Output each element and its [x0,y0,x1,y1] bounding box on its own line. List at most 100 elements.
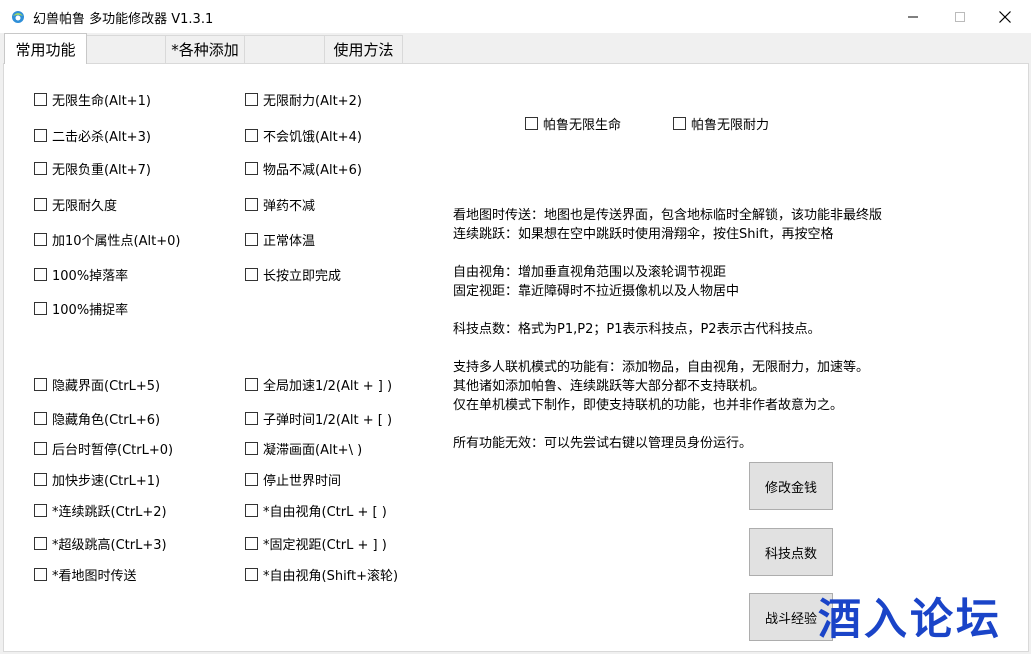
checkbox-box[interactable] [34,378,47,391]
checkbox-box[interactable] [245,473,258,486]
minimize-button[interactable] [890,0,936,33]
checkbox-box[interactable] [34,537,47,550]
checkbox-infinite-durability[interactable]: 无限耐久度 [34,195,117,214]
tab-various-add[interactable]: *各种添加 [165,35,245,63]
tab-blank-2[interactable] [244,35,325,63]
checkbox-hide-ui[interactable]: 隐藏界面(CtrL+5) [34,375,160,394]
checkbox-pal-infinite-life[interactable]: 帕鲁无限生命 [525,114,621,133]
checkbox-label: *连续跳跃(CtrL+2) [52,505,167,520]
checkbox-label: *固定视距(CtrL + ] ) [263,538,387,553]
tab-common-functions[interactable]: 常用功能 [4,33,87,64]
checkbox-map-teleport[interactable]: *看地图时传送 [34,565,137,584]
note-line: 连续跳跃：如果想在空中跳跃时使用滑翔伞，按住Shift，再按空格 [453,227,834,242]
checkbox-label: 弹药不减 [263,199,316,214]
checkbox-label: 凝滞画面(Alt+\ ) [263,443,363,458]
checkbox-box[interactable] [34,412,47,425]
checkbox-free-camera-scroll[interactable]: *自由视角(Shift+滚轮) [245,565,398,584]
note-line: 支持多人联机模式的功能有：添加物品，自由视角，无限耐力，加速等。 [453,360,870,375]
checkbox-box[interactable] [245,568,258,581]
checkbox-label: 无限负重(Alt+7) [52,163,151,178]
checkbox-hold-instant-complete[interactable]: 长按立即完成 [245,265,341,284]
checkbox-faster-walk[interactable]: 加快步速(CtrL+1) [34,470,160,489]
checkbox-label: 帕鲁无限生命 [543,118,622,133]
checkbox-pause-in-background[interactable]: 后台时暂停(CtrL+0) [34,439,173,458]
checkbox-box[interactable] [34,129,47,142]
checkbox-box[interactable] [34,162,47,175]
checkbox-infinite-life[interactable]: 无限生命(Alt+1) [34,90,151,109]
checkbox-label: 加10个属性点(Alt+0) [52,234,181,249]
checkbox-label: *自由视角(Shift+滚轮) [263,569,399,584]
checkbox-box[interactable] [34,93,47,106]
checkbox-box[interactable] [245,129,258,142]
maximize-button[interactable] [937,0,983,33]
checkbox-box[interactable] [34,473,47,486]
note-line: 固定视距：靠近障碍时不拉近摄像机以及人物居中 [453,284,740,299]
checkbox-label: *自由视角(CtrL + [ ) [263,505,387,520]
note-line: 自由视角：增加垂直视角范围以及滚轮调节视距 [453,265,727,280]
checkbox-box[interactable] [245,378,258,391]
close-icon [999,10,1011,23]
checkbox-box[interactable] [245,198,258,211]
checkbox-label: 无限耐力(Alt+2) [263,94,362,109]
checkbox-infinite-weight[interactable]: 无限负重(Alt+7) [34,159,151,178]
checkbox-freeze-frame[interactable]: 凝滞画面(Alt+\ ) [245,439,362,458]
checkbox-box[interactable] [34,568,47,581]
checkbox-label: 二击必杀(Alt+3) [52,130,151,145]
checkbox-label: *超级跳高(CtrL+3) [52,538,167,553]
checkbox-box[interactable] [245,442,258,455]
checkbox-two-hit-kill[interactable]: 二击必杀(Alt+3) [34,126,151,145]
checkbox-box[interactable] [245,233,258,246]
checkbox-box[interactable] [34,302,47,315]
note-line [453,301,1013,320]
checkbox-box[interactable] [34,268,47,281]
modify-money-button[interactable]: 修改金钱 [749,462,833,510]
note-line: 所有功能无效：可以先尝试右键以管理员身份运行。 [453,436,753,451]
checkbox-box[interactable] [34,198,47,211]
checkbox-label: 隐藏角色(CtrL+6) [52,413,161,428]
checkbox-box[interactable] [34,504,47,517]
checkbox-box[interactable] [245,93,258,106]
note-line [453,339,1013,358]
checkbox-hide-character[interactable]: 隐藏角色(CtrL+6) [34,409,160,428]
checkbox-box[interactable] [245,412,258,425]
checkbox-100-capture-rate[interactable]: 100%捕捉率 [34,299,128,318]
checkbox-infinite-stamina[interactable]: 无限耐力(Alt+2) [245,90,362,109]
checkbox-box[interactable] [34,233,47,246]
checkbox-box[interactable] [245,268,258,281]
checkbox-normal-temperature[interactable]: 正常体温 [245,230,315,249]
checkbox-super-jump[interactable]: *超级跳高(CtrL+3) [34,534,167,553]
checkbox-fixed-view-distance[interactable]: *固定视距(CtrL + ] ) [245,534,387,553]
checkbox-global-speedup[interactable]: 全局加速1/2(Alt + ] ) [245,375,392,394]
checkbox-ammo-not-decrease[interactable]: 弹药不减 [245,195,315,214]
common-functions-panel: 无限生命(Alt+1) 二击必杀(Alt+3) 无限负重(Alt+7) 无限耐久… [3,63,1029,652]
checkbox-box[interactable] [245,537,258,550]
checkbox-free-camera[interactable]: *自由视角(CtrL + [ ) [245,501,387,520]
checkbox-label: 无限耐久度 [52,199,118,214]
checkbox-items-not-decrease[interactable]: 物品不减(Alt+6) [245,159,362,178]
tab-blank-1[interactable] [86,35,166,63]
checkbox-box[interactable] [245,504,258,517]
checkbox-pal-infinite-stamina[interactable]: 帕鲁无限耐力 [673,114,769,133]
checkbox-bullet-time[interactable]: 子弹时间1/2(Alt + [ ) [245,409,392,428]
checkbox-100-drop-rate[interactable]: 100%掉落率 [34,265,128,284]
checkbox-label: 后台时暂停(CtrL+0) [52,443,174,458]
checkbox-label: 停止世界时间 [263,474,342,489]
tab-usage[interactable]: 使用方法 [324,35,403,63]
checkbox-box[interactable] [525,117,538,130]
checkbox-add-10-attribute-points[interactable]: 加10个属性点(Alt+0) [34,230,180,249]
checkbox-box[interactable] [245,162,258,175]
close-button[interactable] [982,0,1028,33]
checkbox-label: 不会饥饿(Alt+4) [263,130,362,145]
usage-notes: 看地图时传送：地图也是传送界面，包含地标临时全解锁，该功能非最终版 连续跳跃：如… [453,206,1013,453]
checkbox-stop-world-time[interactable]: 停止世界时间 [245,470,341,489]
app-logo-icon [12,11,24,23]
tech-points-button[interactable]: 科技点数 [749,528,833,576]
checkbox-label: 加快步速(CtrL+1) [52,474,161,489]
checkbox-box[interactable] [673,117,686,130]
checkbox-box[interactable] [34,442,47,455]
checkbox-continuous-jump[interactable]: *连续跳跃(CtrL+2) [34,501,167,520]
checkbox-label: 隐藏界面(CtrL+5) [52,379,161,394]
note-line: 仅在单机模式下制作，即使支持联机的功能，也并非作者故意为之。 [453,398,844,413]
title-bar: 幻兽帕鲁 多功能修改器 V1.3.1 [0,0,1031,33]
checkbox-no-hunger[interactable]: 不会饥饿(Alt+4) [245,126,362,145]
